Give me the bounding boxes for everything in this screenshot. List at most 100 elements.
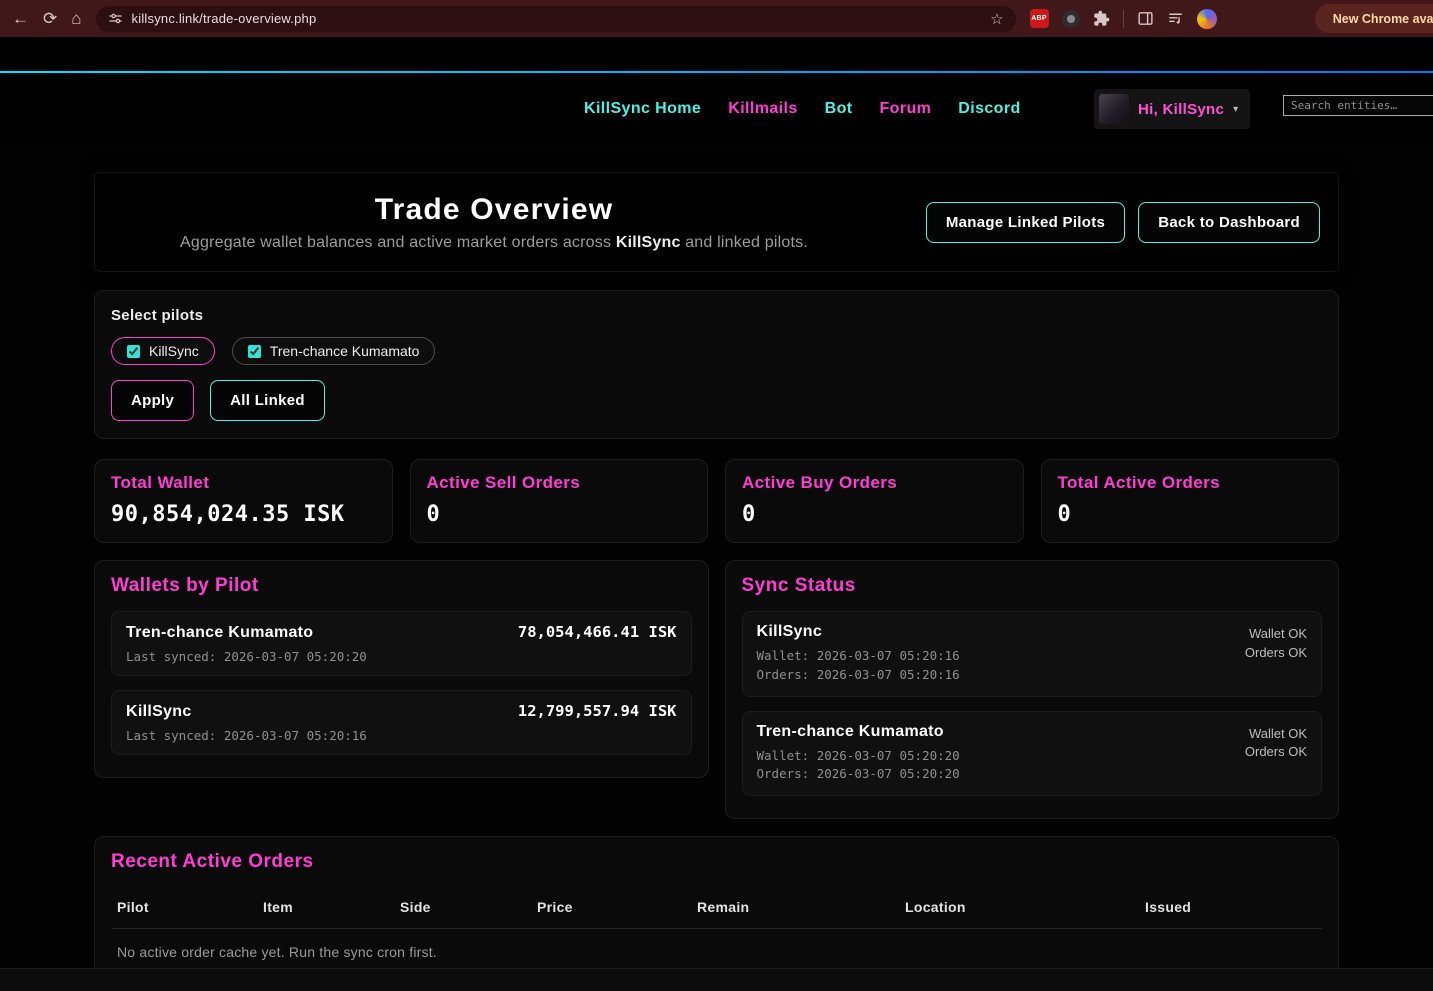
subtitle-prefix: Aggregate wallet balances and active mar… (180, 234, 616, 251)
column-header-issued: Issued (1145, 899, 1316, 915)
wallet-status-badge: Wallet OK (1245, 625, 1307, 644)
orders-status-badge: Orders OK (1245, 644, 1307, 663)
site-settings-tune-icon[interactable] (108, 11, 123, 26)
site-navbar: KillSync Home Killmails Bot Forum Discor… (0, 73, 1433, 145)
toolbar-separator (1123, 10, 1124, 28)
refresh-icon[interactable]: ⟳ (43, 10, 57, 27)
stat-value: 0 (1058, 502, 1323, 527)
search-input[interactable] (1283, 95, 1433, 116)
nav-link-forum[interactable]: Forum (880, 100, 932, 118)
sync-row: KillSync Wallet: 2026-03-07 05:20:16 Ord… (742, 611, 1323, 697)
address-bar[interactable]: killsync.link/trade-overview.php ☆ (96, 6, 1016, 32)
wallet-pilot-name: KillSync (126, 703, 192, 721)
stat-value: 0 (742, 502, 1007, 527)
stat-label: Active Buy Orders (742, 473, 1007, 493)
orders-empty-message: No active order cache yet. Run the sync … (111, 929, 1322, 960)
stat-total-wallet: Total Wallet 90,854,024.35 ISK (94, 459, 393, 543)
side-panel-icon[interactable] (1137, 10, 1154, 27)
apply-button[interactable]: Apply (111, 380, 194, 421)
wallet-pilot-name: Tren-chance Kumamato (126, 624, 313, 642)
manage-linked-pilots-button[interactable]: Manage Linked Pilots (926, 202, 1125, 243)
sync-row: Tren-chance Kumamato Wallet: 2026-03-07 … (742, 711, 1323, 797)
column-header-remain: Remain (697, 899, 905, 915)
trade-overview-header: Trade Overview Aggregate wallet balances… (94, 172, 1339, 272)
column-header-location: Location (905, 899, 1145, 915)
pilot-chip-tren-chance[interactable]: Tren-chance Kumamato (232, 337, 436, 365)
wallet-last-synced: Last synced: 2026-03-07 05:20:20 (126, 649, 677, 664)
profile-avatar-icon[interactable] (1197, 9, 1217, 29)
bookmark-star-icon[interactable]: ☆ (990, 10, 1003, 28)
panels-row: Wallets by Pilot Tren-chance Kumamato 78… (94, 560, 1339, 819)
sync-status-panel: Sync Status KillSync Wallet: 2026-03-07 … (725, 560, 1340, 819)
sync-pilot-name: Tren-chance Kumamato (757, 723, 960, 741)
home-icon[interactable]: ⌂ (71, 10, 81, 27)
page-top-gap (0, 37, 1433, 71)
browser-toolbar: ← ⟳ ⌂ killsync.link/trade-overview.php ☆… (0, 0, 1433, 37)
sync-orders-time: Orders: 2026-03-07 05:20:20 (757, 765, 960, 784)
pilot-checkbox-tren-chance[interactable] (248, 345, 261, 358)
stat-value: 90,854,024.35 ISK (111, 502, 376, 527)
wallet-amount: 78,054,466.41 ISK (518, 623, 677, 641)
wallet-status-badge: Wallet OK (1245, 725, 1307, 744)
url-text[interactable]: killsync.link/trade-overview.php (132, 11, 982, 26)
stat-label: Total Active Orders (1058, 473, 1323, 493)
main-container: Trade Overview Aggregate wallet balances… (94, 172, 1339, 983)
page-subtitle: Aggregate wallet balances and active mar… (113, 234, 875, 252)
column-header-item: Item (263, 899, 400, 915)
back-icon[interactable]: ← (12, 10, 29, 27)
stat-total-active-orders: Total Active Orders 0 (1041, 459, 1340, 543)
pilot-select-label: Select pilots (111, 307, 1322, 324)
extensions-area: ABP (1030, 9, 1217, 29)
user-avatar (1099, 94, 1129, 124)
wallets-panel-title: Wallets by Pilot (111, 575, 692, 597)
wallets-by-pilot-panel: Wallets by Pilot Tren-chance Kumamato 78… (94, 560, 709, 778)
user-greeting: Hi, KillSync (1138, 101, 1224, 118)
chrome-update-button[interactable]: New Chrome availab (1315, 4, 1433, 33)
stat-label: Total Wallet (111, 473, 376, 493)
pilot-buttons: Apply All Linked (111, 380, 1322, 421)
screenshot-extension-icon[interactable] (1062, 10, 1080, 28)
all-linked-button[interactable]: All Linked (210, 380, 325, 421)
pilot-checkbox-killsync[interactable] (127, 345, 140, 358)
column-header-side: Side (400, 899, 537, 915)
media-controls-icon[interactable] (1167, 10, 1184, 27)
page-title: Trade Overview (113, 193, 875, 227)
subtitle-suffix: and linked pilots. (681, 234, 808, 251)
wallet-row: Tren-chance Kumamato 78,054,466.41 ISK L… (111, 611, 692, 676)
stat-active-buy-orders: Active Buy Orders 0 (725, 459, 1024, 543)
nav-link-discord[interactable]: Discord (958, 100, 1020, 118)
wallet-row: KillSync 12,799,557.94 ISK Last synced: … (111, 690, 692, 755)
page-footer (0, 968, 1433, 991)
user-menu[interactable]: Hi, KillSync ▾ (1094, 89, 1250, 129)
column-header-pilot: Pilot (117, 899, 263, 915)
wallet-amount: 12,799,557.94 ISK (518, 702, 677, 720)
back-to-dashboard-button[interactable]: Back to Dashboard (1138, 202, 1320, 243)
orders-table-header: Pilot Item Side Price Remain Location Is… (111, 887, 1322, 929)
stat-label: Active Sell Orders (427, 473, 692, 493)
sync-orders-time: Orders: 2026-03-07 05:20:16 (757, 666, 960, 685)
pilot-chip-label: Tren-chance Kumamato (270, 343, 420, 359)
pilot-chips: KillSync Tren-chance Kumamato (111, 337, 1322, 365)
orders-panel-title: Recent Active Orders (111, 851, 1322, 873)
subtitle-brand: KillSync (616, 234, 681, 251)
hero-text: Trade Overview Aggregate wallet balances… (113, 193, 875, 252)
hero-buttons: Manage Linked Pilots Back to Dashboard (926, 202, 1320, 243)
stats-row: Total Wallet 90,854,024.35 ISK Active Se… (94, 459, 1339, 543)
chevron-down-icon: ▾ (1233, 104, 1238, 115)
nav-link-killmails[interactable]: Killmails (728, 100, 797, 118)
pilot-chip-label: KillSync (149, 343, 199, 359)
adblock-extension-icon[interactable]: ABP (1030, 9, 1049, 28)
orders-status-badge: Orders OK (1245, 743, 1307, 762)
stat-value: 0 (427, 502, 692, 527)
wallet-last-synced: Last synced: 2026-03-07 05:20:16 (126, 728, 677, 743)
pilot-select-card: Select pilots KillSync Tren-chance Kumam… (94, 290, 1339, 439)
nav-links: KillSync Home Killmails Bot Forum Discor… (584, 73, 1021, 145)
nav-link-home[interactable]: KillSync Home (584, 100, 701, 118)
sync-panel-title: Sync Status (742, 575, 1323, 597)
sync-pilot-name: KillSync (757, 623, 960, 641)
sync-wallet-time: Wallet: 2026-03-07 05:20:16 (757, 647, 960, 666)
stat-active-sell-orders: Active Sell Orders 0 (410, 459, 709, 543)
extensions-puzzle-icon[interactable] (1093, 10, 1110, 27)
pilot-chip-killsync[interactable]: KillSync (111, 337, 215, 365)
nav-link-bot[interactable]: Bot (825, 100, 853, 118)
